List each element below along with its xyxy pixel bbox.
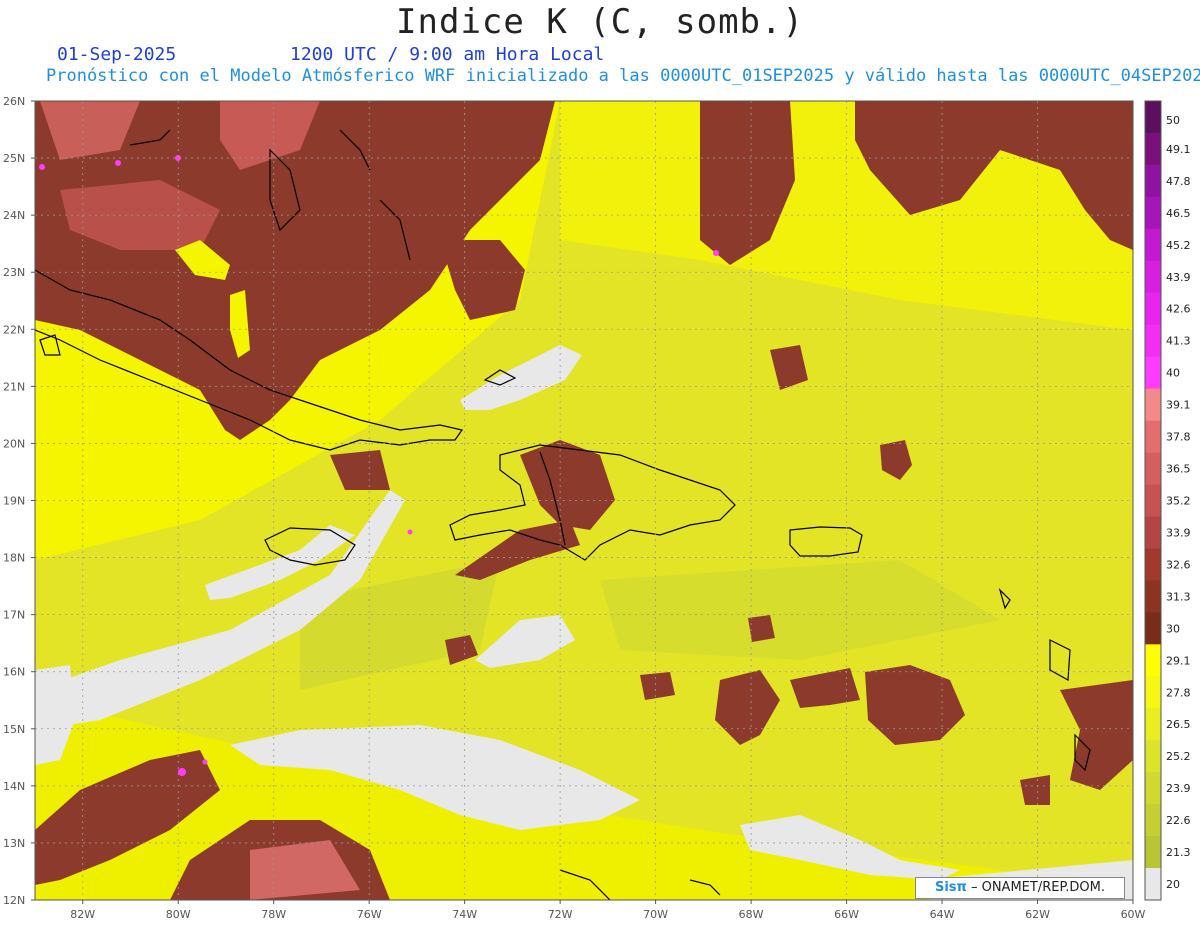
legend-swatch	[1145, 196, 1161, 230]
region-high-k-spot-5	[640, 672, 675, 700]
legend-swatch	[1145, 388, 1161, 422]
lon-label-82W: 82W	[70, 908, 95, 921]
credit-box: Sisπ – ONAMET/REP.DOM.	[915, 877, 1125, 899]
legend-swatch	[1145, 164, 1161, 198]
legend-swatch	[1145, 644, 1161, 677]
lon-label-60W: 60W	[1121, 908, 1146, 921]
lat-label-18N: 18N	[3, 552, 25, 565]
lat-label-17N: 17N	[3, 609, 25, 622]
peak-k-6	[202, 759, 208, 765]
lon-label-62W: 62W	[1025, 908, 1050, 921]
longitude-labels: 82W 80W 78W 76W 74W 72W 70W 68W 66W 64W 62W 60W	[70, 900, 1146, 921]
lat-label-16N: 16N	[3, 666, 25, 679]
lat-label-23N: 23N	[3, 266, 25, 279]
legend-label: 46.5	[1166, 207, 1191, 220]
legend-swatch	[1145, 868, 1161, 901]
peak-k-5	[178, 768, 186, 776]
legend-label: 49.1	[1166, 143, 1191, 156]
legend-swatch	[1145, 516, 1161, 549]
legend-label: 20	[1166, 878, 1180, 891]
legend-label: 36.5	[1166, 463, 1191, 476]
legend-swatch	[1145, 356, 1161, 390]
legend-label: 29.1	[1166, 654, 1191, 667]
credit-text: – ONAMET/REP.DOM.	[970, 880, 1105, 895]
lat-label-12N: 12N	[3, 894, 25, 907]
peak-k-4	[713, 250, 719, 256]
legend-swatch	[1145, 452, 1161, 486]
legend-label: 47.8	[1166, 175, 1191, 188]
lat-label-15N: 15N	[3, 723, 25, 736]
legend-swatch	[1145, 548, 1161, 581]
legend-swatch	[1145, 292, 1161, 326]
lon-label-78W: 78W	[261, 908, 286, 921]
legend-label: 31.3	[1166, 590, 1191, 603]
latitude-labels: 26N 25N 24N 23N 22N 21N 20N 19N 18N 17N 16N 15N 14N 1…	[3, 95, 35, 907]
legend-label: 32.6	[1166, 558, 1191, 571]
legend-label: 30	[1166, 622, 1180, 635]
weather-map: 26N 25N 24N 23N 22N 21N 20N 19N 18N 17N 16N 15N 14N 1…	[3, 95, 1191, 921]
legend-swatch	[1145, 324, 1161, 358]
legend-label: 33.9	[1166, 526, 1191, 539]
color-legend: 50 49.1 47.8 46.5 45.2 43.9 42.6 41.3 40 39.1 37.8…	[1144, 100, 1191, 901]
legend-label: 45.2	[1166, 239, 1191, 252]
region-high-k-spot-7	[1020, 775, 1050, 805]
legend-swatch	[1145, 132, 1161, 166]
lat-label-21N: 21N	[3, 380, 25, 393]
lat-label-24N: 24N	[3, 209, 25, 222]
legend-swatch	[1145, 228, 1161, 262]
legend-swatch	[1145, 804, 1161, 837]
legend-label: 21.3	[1166, 846, 1191, 859]
legend-label: 41.3	[1166, 335, 1191, 348]
legend-swatch	[1145, 580, 1161, 613]
legend-label: 25.2	[1166, 750, 1191, 763]
lat-label-22N: 22N	[3, 323, 25, 336]
legend-label: 35.2	[1166, 495, 1191, 508]
legend-swatch	[1145, 260, 1161, 294]
lon-label-70W: 70W	[643, 908, 668, 921]
legend-label: 43.9	[1166, 271, 1191, 284]
lat-label-19N: 19N	[3, 495, 25, 508]
lat-label-26N: 26N	[3, 95, 25, 108]
legend-label: 50	[1166, 114, 1180, 127]
legend-label: 26.5	[1166, 718, 1191, 731]
legend-swatch	[1145, 101, 1161, 134]
legend-swatch	[1145, 708, 1161, 741]
peak-k-3	[39, 164, 45, 170]
lat-label-20N: 20N	[3, 437, 25, 450]
lat-label-14N: 14N	[3, 780, 25, 793]
lon-label-74W: 74W	[452, 908, 477, 921]
map-field	[35, 101, 1133, 900]
lon-label-64W: 64W	[930, 908, 955, 921]
lon-label-68W: 68W	[739, 908, 764, 921]
lat-label-13N: 13N	[3, 837, 25, 850]
legend-swatch	[1145, 772, 1161, 805]
legend-label: 39.1	[1166, 399, 1191, 412]
legend-swatch	[1145, 676, 1161, 709]
legend-label: 42.6	[1166, 303, 1191, 316]
legend-swatch	[1145, 836, 1161, 869]
legend-swatch	[1145, 420, 1161, 454]
lon-label-76W: 76W	[357, 908, 382, 921]
lat-label-25N: 25N	[3, 152, 25, 165]
peak-k-7	[407, 529, 413, 535]
lon-label-72W: 72W	[548, 908, 573, 921]
lon-label-80W: 80W	[166, 908, 191, 921]
legend-swatch	[1145, 740, 1161, 773]
peak-k-1	[115, 160, 121, 166]
legend-label: 23.9	[1166, 782, 1191, 795]
lon-label-66W: 66W	[834, 908, 859, 921]
legend-swatch	[1145, 484, 1161, 517]
legend-swatch	[1145, 612, 1161, 645]
legend-label: 37.8	[1166, 431, 1191, 444]
legend-label: 40	[1166, 367, 1180, 380]
legend-label: 27.8	[1166, 686, 1191, 699]
legend-label: 22.6	[1166, 814, 1191, 827]
sispi-logo: Sisπ	[934, 880, 967, 895]
